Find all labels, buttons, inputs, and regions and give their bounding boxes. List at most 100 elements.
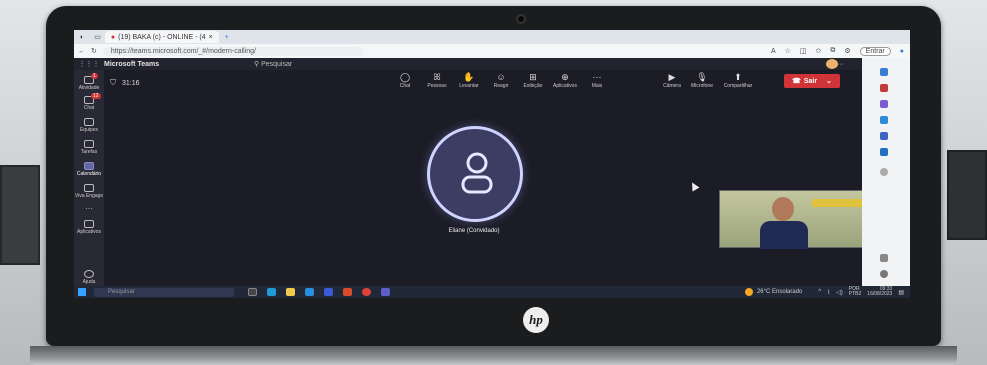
chrome-icon[interactable] xyxy=(362,288,371,296)
tab-actions-icon[interactable]: ▭ xyxy=(90,33,105,41)
taskbar-search-input[interactable]: Pesquisar xyxy=(94,287,234,297)
window-menu-icon[interactable]: ◐ xyxy=(74,34,90,41)
self-face xyxy=(772,197,794,221)
react-icon: ☺ xyxy=(496,72,506,82)
task-view-icon[interactable] xyxy=(248,288,257,296)
mouse-cursor-icon xyxy=(688,180,700,192)
raise-hand-label: Levantar xyxy=(459,83,479,89)
sidebar-layout-icon[interactable] xyxy=(880,254,888,262)
favorite-icon[interactable]: ☆ xyxy=(785,47,791,55)
leave-button[interactable]: ☎ Sair ⌄ xyxy=(784,74,840,88)
share-button-label: Compartilhar xyxy=(723,83,753,89)
mic-button[interactable]: 🎙 Microfone xyxy=(691,72,713,89)
extensions-icon[interactable]: ⚙ xyxy=(844,47,850,55)
view-icon: ⊞ xyxy=(529,72,537,82)
language-indicator[interactable]: POR PTB2 xyxy=(849,287,862,297)
raise-hand-button[interactable]: ✋ Levantar xyxy=(458,72,480,89)
rail-teams[interactable]: Equipes xyxy=(74,118,104,133)
rail-help-label: Ajuda xyxy=(82,279,96,285)
apps-button[interactable]: ⊕ Aplicativos xyxy=(553,72,577,89)
calendar-icon xyxy=(84,162,94,170)
notifications-icon[interactable]: ▤ xyxy=(898,289,904,296)
shopping-icon[interactable] xyxy=(880,84,888,92)
add-icon[interactable] xyxy=(880,168,888,176)
rail-viva-engage[interactable]: Viva Engage xyxy=(74,184,104,199)
file-explorer-icon[interactable] xyxy=(286,288,295,296)
rail-chat[interactable]: 12 Chat xyxy=(74,93,104,111)
read-aloud-icon[interactable]: A xyxy=(771,48,776,55)
camera-button[interactable]: ▶ Câmera xyxy=(661,72,683,89)
meeting-tools: ◯ Chat ꕤ Pessoas ✋ Levantar ☺ Reagir ⊞ E… xyxy=(394,72,608,89)
clock[interactable]: 09:33 16/08/2023 xyxy=(867,287,892,297)
more-options-icon[interactable]: ··· xyxy=(837,61,844,68)
webcam-lens xyxy=(516,14,526,24)
camera-icon: ▶ xyxy=(668,72,676,82)
rail-activity[interactable]: 1 Atividade xyxy=(74,73,104,91)
outlook-icon[interactable] xyxy=(880,148,888,156)
chat-icon: ◯ xyxy=(399,72,411,82)
participant-name: Eliane (Convidado) xyxy=(448,228,500,234)
self-video-preview[interactable] xyxy=(719,190,869,249)
back-icon[interactable]: ← xyxy=(78,48,85,55)
sun-icon xyxy=(744,288,753,296)
app-title: Microsoft Teams xyxy=(104,60,160,68)
mail-icon[interactable] xyxy=(324,288,333,296)
network-icon[interactable]: ⌇ xyxy=(827,289,830,296)
windows-taskbar: Pesquisar 26°C Ensolarado ^ ⌇ ◁) POR PTB… xyxy=(74,286,910,298)
more-button[interactable]: ··· Mais xyxy=(586,72,608,89)
split-screen-icon[interactable]: ◫ xyxy=(800,47,807,55)
games-icon[interactable] xyxy=(880,116,888,124)
chevron-down-icon[interactable]: ⌄ xyxy=(826,77,832,85)
rail-more[interactable]: ··· xyxy=(74,204,104,213)
search-input[interactable]: ⚲ Pesquisar xyxy=(254,60,292,68)
new-tab-button[interactable]: + xyxy=(219,34,235,41)
search-sidebar-icon[interactable] xyxy=(880,68,888,76)
favorites-icon[interactable]: ✩ xyxy=(816,47,822,55)
teams-app-icon[interactable] xyxy=(381,288,390,296)
refresh-icon[interactable]: ↻ xyxy=(91,47,97,55)
more-button-label: Mais xyxy=(591,83,603,89)
chevron-up-icon[interactable]: ^ xyxy=(818,289,821,295)
copilot-icon[interactable]: ● xyxy=(900,48,904,55)
share-button[interactable]: ⬆ Compartilhar xyxy=(721,72,755,89)
rail-apps[interactable]: Aplicativos xyxy=(74,220,104,235)
app-launcher-icon[interactable]: ⋮⋮⋮ xyxy=(74,60,104,68)
office-icon[interactable] xyxy=(880,132,888,140)
self-body xyxy=(760,221,808,249)
rail-viva-label: Viva Engage xyxy=(74,193,104,199)
browser-tab-strip: ◐ ▭ ● (19) BAKA (c) - ONLINE - (4 × + xyxy=(74,30,910,44)
tab-teams[interactable]: ● (19) BAKA (c) - ONLINE - (4 × xyxy=(104,31,219,43)
chat-button[interactable]: ◯ Chat xyxy=(394,72,416,89)
teams-icon xyxy=(84,118,94,126)
collections-icon[interactable]: ⧉ xyxy=(830,47,835,55)
edge-app-icon[interactable] xyxy=(267,288,276,296)
rail-calendar[interactable]: Calendário xyxy=(74,162,104,177)
react-button[interactable]: ☺ Reagir xyxy=(490,72,512,89)
left-rail: 1 Atividade 12 Chat Equipes Tarefas Cale… xyxy=(74,70,104,286)
people-button[interactable]: ꕤ Pessoas xyxy=(426,72,448,89)
meeting-timer: 31:16 xyxy=(122,79,140,87)
weather-text: 26°C Ensolarado xyxy=(756,289,803,295)
rail-tasks[interactable]: Tarefas xyxy=(74,140,104,155)
powerpoint-icon[interactable] xyxy=(343,288,352,296)
rail-tasks-label: Tarefas xyxy=(80,149,98,155)
url-field[interactable]: https://teams.microsoft.com/_#/modern-ca… xyxy=(102,46,363,56)
more-icon: ··· xyxy=(592,72,602,82)
rail-help[interactable]: Ajuda xyxy=(74,270,104,285)
view-button[interactable]: ⊞ Exibição xyxy=(522,72,544,89)
background-monitor-left xyxy=(0,165,40,265)
shield-icon: ⛉ xyxy=(110,78,116,87)
avatar[interactable] xyxy=(826,59,838,69)
browser-sidebar xyxy=(862,58,910,286)
volume-icon[interactable]: ◁) xyxy=(836,289,843,296)
laptop-hinge xyxy=(30,346,957,365)
tab-close-icon[interactable]: × xyxy=(209,34,213,41)
settings-gear-icon[interactable] xyxy=(880,270,888,278)
apps-icon: ⊕ xyxy=(561,72,569,82)
mic-button-label: Microfone xyxy=(691,83,713,89)
store-icon[interactable] xyxy=(305,288,314,296)
tools-icon[interactable] xyxy=(880,100,888,108)
windows-start-icon[interactable] xyxy=(78,288,86,296)
weather-widget[interactable]: 26°C Ensolarado xyxy=(744,288,803,296)
signin-button[interactable]: Entrar xyxy=(859,46,891,56)
